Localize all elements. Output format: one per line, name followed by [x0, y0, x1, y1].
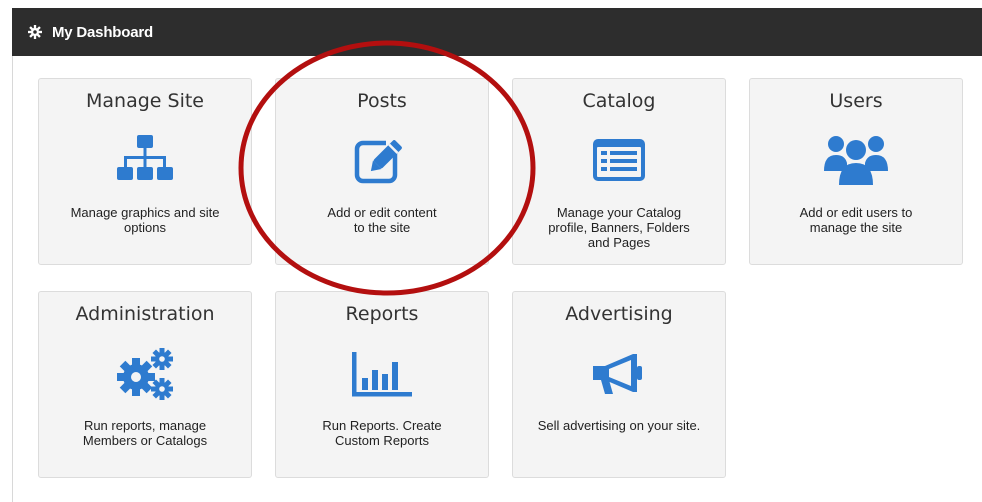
tile-description: Add or edit content to the site [327, 205, 437, 235]
tile-description: Manage your Catalog profile, Banners, Fo… [548, 205, 690, 250]
tile-reports[interactable]: Reports Run Reports. Create Custom Repor… [275, 291, 489, 478]
tile-catalog[interactable]: Catalog Manage your Catalog profile, Ban… [512, 78, 726, 265]
tile-manage-site[interactable]: Manage Site Manage graphics and site opt… [38, 78, 252, 265]
list-icon [513, 131, 725, 191]
tile-title: Administration [75, 303, 215, 325]
tile-users[interactable]: Users Add or edit users to manage the si… [749, 78, 963, 265]
tile-title: Manage Site [86, 90, 204, 112]
sitemap-icon [39, 131, 251, 191]
tile-title: Posts [357, 90, 407, 112]
dashboard-header: My Dashboard [12, 8, 982, 56]
users-icon [750, 131, 962, 191]
tile-description: Run reports, manage Members or Catalogs [82, 418, 208, 448]
tile-title: Users [829, 90, 883, 112]
tile-description: Add or edit users to manage the site [799, 205, 913, 235]
gear-icon [28, 25, 42, 39]
tile-title: Catalog [582, 90, 656, 112]
bullhorn-icon [513, 344, 725, 404]
tile-administration[interactable]: Administration Run reports, manage Membe… [38, 291, 252, 478]
gears-icon [39, 344, 251, 404]
tile-title: Reports [345, 303, 419, 325]
tile-description: Manage graphics and site options [70, 205, 220, 235]
tile-advertising[interactable]: Advertising Sell advertising on your sit… [512, 291, 726, 478]
bar-chart-icon [276, 344, 488, 404]
page-title: My Dashboard [52, 23, 153, 41]
tile-title: Advertising [565, 303, 673, 325]
tile-description: Run Reports. Create Custom Reports [322, 418, 442, 448]
edit-icon [276, 131, 488, 191]
tile-description: Sell advertising on your site. [537, 418, 701, 433]
tile-posts[interactable]: Posts Add or edit content to the site [275, 78, 489, 265]
